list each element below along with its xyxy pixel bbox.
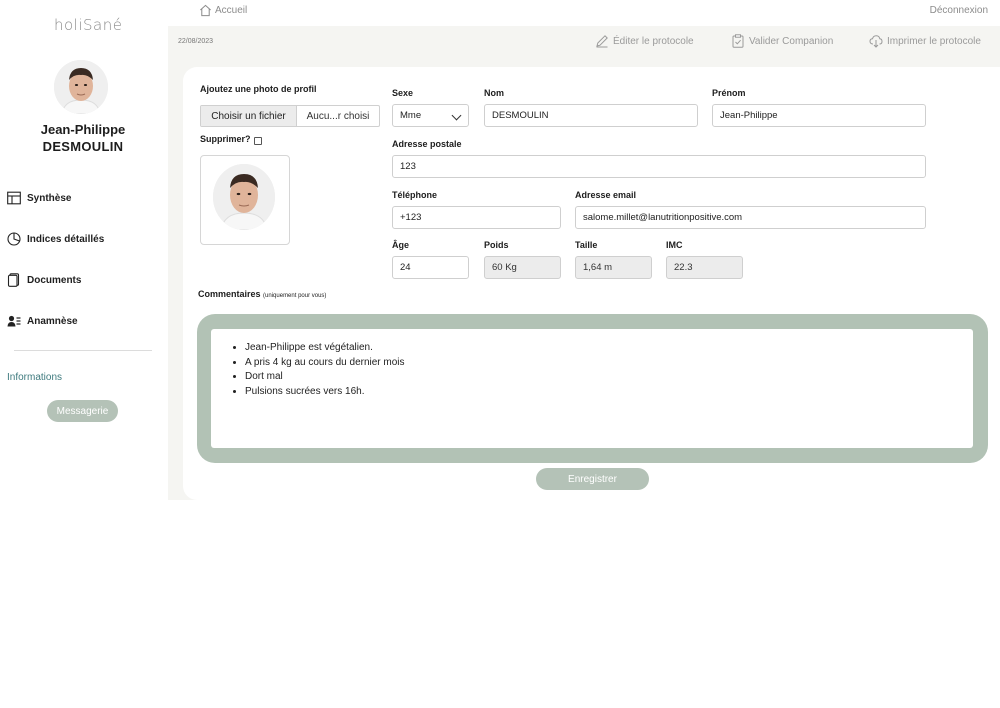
imc-field: 22.3 xyxy=(666,256,743,279)
taille-label: Taille xyxy=(575,240,598,250)
chevron-down-icon xyxy=(451,110,462,121)
poids-label: Poids xyxy=(484,240,509,250)
edit-protocol-button[interactable]: Éditer le protocole xyxy=(595,34,694,48)
sidebar-item-indices[interactable]: Indices détaillés xyxy=(7,232,104,246)
comment-line: A pris 4 kg au cours du dernier mois xyxy=(245,356,973,371)
file-name-text: Aucu...r choisi xyxy=(306,110,370,122)
profile-photo-preview xyxy=(200,155,290,245)
sidebar-item-informations[interactable]: Informations xyxy=(7,372,62,383)
profile-photo xyxy=(213,164,275,230)
sidebar-item-label: Indices détaillés xyxy=(27,233,105,245)
email-label: Adresse email xyxy=(575,190,637,200)
prenom-field[interactable]: Jean-Philippe xyxy=(712,104,926,127)
delete-photo-label: Supprimer? xyxy=(200,134,251,144)
poids-field: 60 Kg xyxy=(484,256,561,279)
home-icon xyxy=(200,4,211,17)
sidebar-item-label: Documents xyxy=(27,274,82,286)
edit-protocol-label: Éditer le protocole xyxy=(613,35,694,47)
breadcrumb[interactable]: Accueil xyxy=(199,4,247,17)
sexe-select[interactable]: Mme xyxy=(392,104,469,127)
sidebar-item-anamnese[interactable]: Anamnèse xyxy=(7,314,78,328)
telephone-field[interactable]: +123 xyxy=(392,206,561,229)
sidebar-item-documents[interactable]: Documents xyxy=(7,273,81,287)
document-icon xyxy=(7,273,20,287)
comment-line: Pulsions sucrées vers 16h. xyxy=(245,385,973,400)
messagerie-button[interactable]: Messagerie xyxy=(47,400,118,422)
comments-textarea[interactable]: Jean-Philippe est végétalien. A pris 4 k… xyxy=(211,329,973,448)
comments-note: (uniquement pour vous) xyxy=(263,293,327,299)
nom-field[interactable]: DESMOULIN xyxy=(484,104,698,127)
sidebar-item-label: Anamnèse xyxy=(27,315,78,327)
clipboard-check-icon xyxy=(732,34,744,48)
pie-chart-icon xyxy=(7,232,21,246)
avatar xyxy=(54,60,108,114)
sexe-value: Mme xyxy=(400,110,422,121)
prenom-label: Prénom xyxy=(712,88,746,98)
layout-icon xyxy=(7,191,21,205)
age-label: Âge xyxy=(392,240,410,250)
sidebar-divider xyxy=(14,350,152,351)
pencil-icon xyxy=(596,35,608,48)
comments-label-text: Commentaires xyxy=(198,289,261,299)
adresse-field[interactable]: 123 xyxy=(392,155,926,178)
file-input[interactable]: Choisir un fichier Aucu...r choisi xyxy=(200,105,380,127)
user-last-name: DESMOULIN xyxy=(42,139,124,154)
comments-frame: Jean-Philippe est végétalien. A pris 4 k… xyxy=(197,314,988,463)
imc-label: IMC xyxy=(666,240,683,250)
breadcrumb-home[interactable]: Accueil xyxy=(215,5,247,16)
save-button[interactable]: Enregistrer xyxy=(536,468,649,490)
nom-label: Nom xyxy=(484,88,504,98)
taille-field: 1,64 m xyxy=(575,256,652,279)
comment-line: Dort mal xyxy=(245,370,973,385)
adresse-label: Adresse postale xyxy=(392,139,462,149)
telephone-label: Téléphone xyxy=(392,190,438,200)
sexe-label: Sexe xyxy=(392,88,414,98)
photo-label: Ajoutez une photo de profil xyxy=(200,84,317,94)
comments-label: Commentaires (uniquement pour vous) xyxy=(198,289,326,299)
validate-companion-button[interactable]: Valider Companion xyxy=(731,34,833,48)
app-logo[interactable]: holiSané xyxy=(54,16,122,34)
sidebar-item-label: Synthèse xyxy=(27,192,72,204)
cloud-download-icon xyxy=(869,35,883,48)
age-field[interactable]: 24 xyxy=(392,256,469,279)
comment-line: Jean-Philippe est végétalien. xyxy=(245,341,973,356)
email-field[interactable]: salome.millet@lanutritionpositive.com xyxy=(575,206,926,229)
print-protocol-label: Imprimer le protocole xyxy=(887,35,981,47)
delete-photo-checkbox[interactable] xyxy=(253,137,262,145)
choose-file-button[interactable]: Choisir un fichier xyxy=(201,106,297,126)
sidebar: holiSané Jean-Philippe DESMOULIN Synthès… xyxy=(0,0,168,500)
logout-link[interactable]: Déconnexion xyxy=(930,5,988,16)
print-protocol-button[interactable]: Imprimer le protocole xyxy=(869,34,981,48)
validate-companion-label: Valider Companion xyxy=(749,35,834,47)
user-list-icon xyxy=(7,315,21,327)
protocol-date: 22/08/2023 xyxy=(178,38,214,45)
user-first-name: Jean-Philippe xyxy=(40,122,126,137)
sidebar-item-synthese[interactable]: Synthèse xyxy=(7,191,71,205)
action-bar: 22/08/2023 Éditer le protocole Valider C… xyxy=(168,26,1000,58)
delete-photo-row: Supprimer? xyxy=(200,133,262,145)
